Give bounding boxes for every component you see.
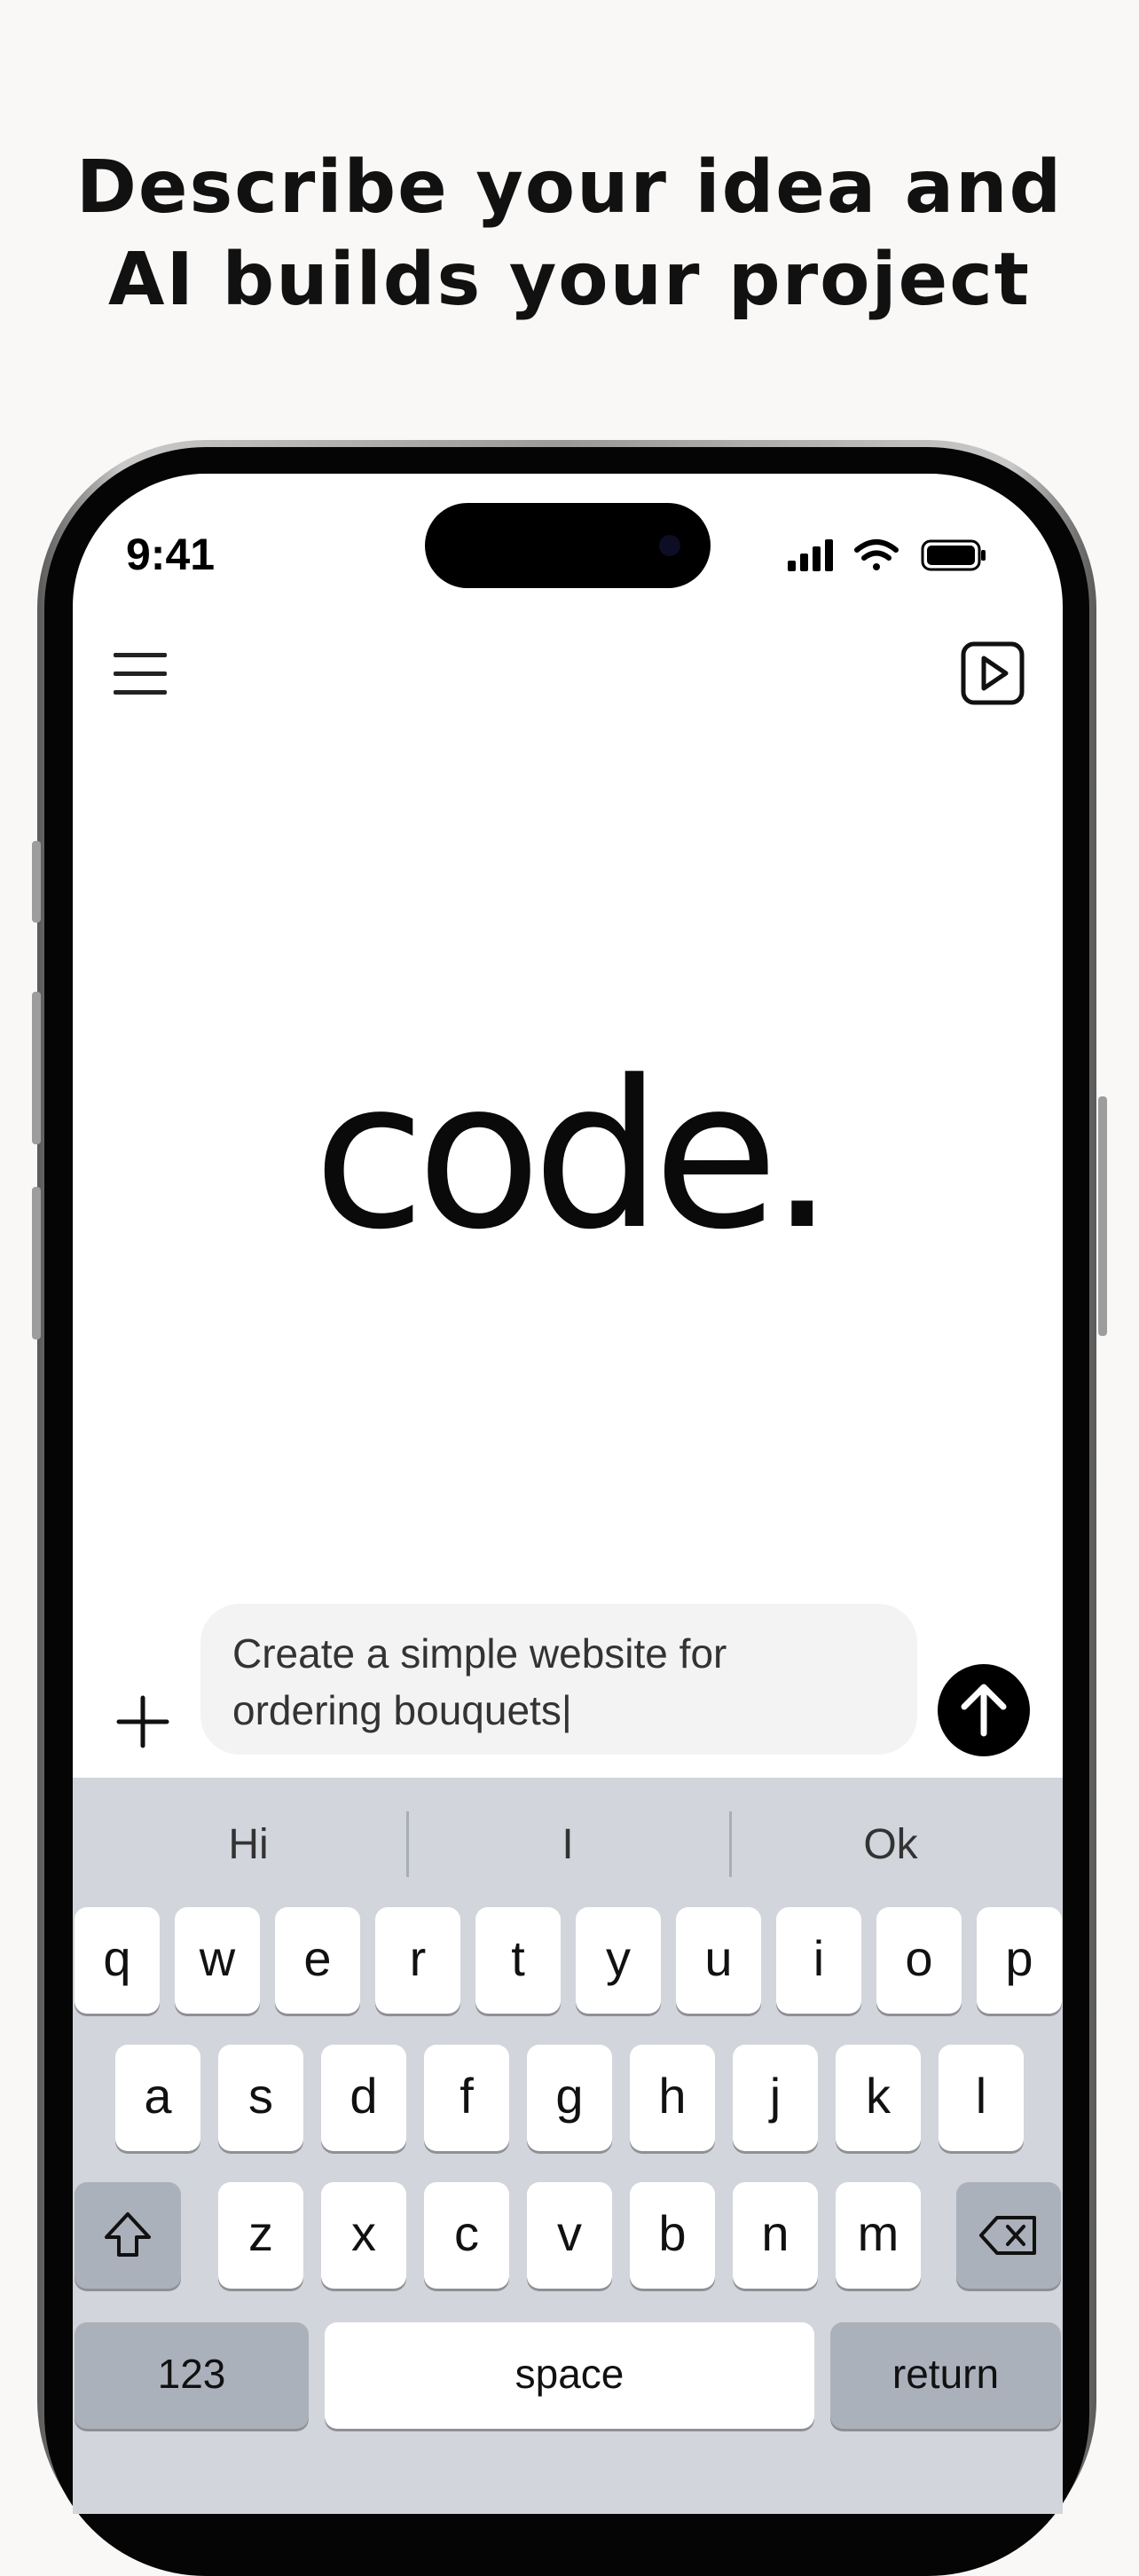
wifi-icon	[854, 539, 899, 570]
delete-backspace-icon	[979, 2216, 1036, 2255]
play-icon[interactable]	[960, 640, 1025, 706]
send-button[interactable]	[938, 1664, 1030, 1756]
key-r[interactable]: r	[375, 1907, 460, 2014]
status-icons	[788, 539, 986, 571]
key-m[interactable]: m	[836, 2182, 921, 2289]
key-h[interactable]: h	[630, 2045, 715, 2151]
key-i[interactable]: i	[776, 1907, 861, 2014]
key-z[interactable]: z	[218, 2182, 303, 2289]
front-camera	[659, 535, 680, 556]
delete-key[interactable]	[956, 2182, 1061, 2289]
numbers-key[interactable]: 123	[75, 2322, 309, 2429]
key-w[interactable]: w	[175, 1907, 260, 2014]
suggestion-ok[interactable]: Ok	[758, 1810, 1024, 1881]
key-x[interactable]: x	[321, 2182, 406, 2289]
suggestion-divider	[729, 1811, 732, 1877]
hamburger-menu-icon[interactable]	[114, 653, 169, 695]
key-s[interactable]: s	[218, 2045, 303, 2151]
key-k[interactable]: k	[836, 2045, 921, 2151]
suggestion-hi[interactable]: Hi	[115, 1810, 381, 1881]
key-c[interactable]: c	[424, 2182, 509, 2289]
suggestion-i[interactable]: I	[435, 1810, 701, 1881]
cellular-signal-icon	[788, 539, 833, 571]
key-f[interactable]: f	[424, 2045, 509, 2151]
shift-icon	[105, 2212, 151, 2257]
headline-line-1: Describe your idea and	[75, 145, 1064, 230]
status-time: 9:41	[126, 530, 216, 579]
key-p[interactable]: p	[977, 1907, 1062, 2014]
plus-icon[interactable]	[115, 1694, 170, 1749]
key-e[interactable]: e	[275, 1907, 360, 2014]
key-v[interactable]: v	[527, 2182, 612, 2289]
return-key[interactable]: return	[830, 2322, 1061, 2429]
arrow-up-icon	[961, 1684, 1007, 1737]
suggestion-divider	[406, 1811, 409, 1877]
key-a[interactable]: a	[115, 2045, 200, 2151]
prompt-line-2: ordering bouquets|	[232, 1687, 572, 1733]
headline-line-2: AI builds your project	[107, 238, 1031, 322]
headline: Describe your idea and AI builds your pr…	[0, 142, 1139, 326]
prompt-text[interactable]: Create a simple website for ordering bou…	[232, 1625, 889, 1739]
key-j[interactable]: j	[733, 2045, 818, 2151]
key-g[interactable]: g	[527, 2045, 612, 2151]
key-b[interactable]: b	[630, 2182, 715, 2289]
space-key[interactable]: space	[325, 2322, 814, 2429]
silent-switch	[32, 841, 41, 923]
key-d[interactable]: d	[321, 2045, 406, 2151]
app-logo: code.	[313, 1038, 835, 1275]
key-y[interactable]: y	[576, 1907, 661, 2014]
key-t[interactable]: t	[475, 1907, 561, 2014]
key-q[interactable]: q	[75, 1907, 160, 2014]
dynamic-island	[425, 503, 711, 588]
key-l[interactable]: l	[939, 2045, 1024, 2151]
key-n[interactable]: n	[733, 2182, 818, 2289]
key-o[interactable]: o	[876, 1907, 962, 2014]
battery-icon	[921, 539, 986, 571]
shift-key[interactable]	[75, 2182, 181, 2289]
prompt-input[interactable]: Create a simple website for ordering bou…	[200, 1604, 917, 1755]
prompt-line-1: Create a simple website for	[232, 1630, 727, 1677]
key-u[interactable]: u	[676, 1907, 761, 2014]
